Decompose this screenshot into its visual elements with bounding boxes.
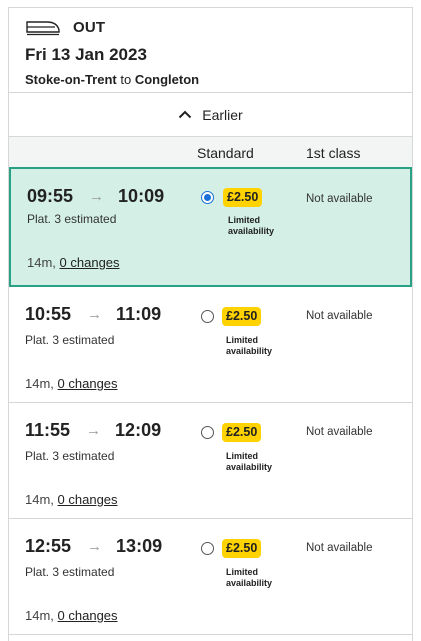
arrival-time: 13:09 [116,536,163,556]
availability-note: Limited availability [226,451,273,472]
duration-info: 14m, 0 changes [25,608,118,623]
availability-note: Limited availability [226,567,273,588]
standard-fare-radio[interactable] [201,542,214,555]
journey-row[interactable]: 09:55 → 10:09 Plat. 3 estimated 14m, 0 c… [9,167,412,287]
duration: 14m, [25,608,54,623]
first-class-status: Not available [306,426,373,438]
price-badge: £2.50 [223,188,263,207]
direction-label: OUT [73,18,106,36]
origin-station: Stoke-on-Trent [25,72,117,87]
first-class-status: Not available [306,542,373,554]
duration-info: 14m, 0 changes [25,492,118,507]
destination-station: Congleton [134,72,200,87]
platform-info: Plat. 3 estimated [25,565,115,579]
price-badge: £2.50 [222,423,262,442]
standard-fare-radio[interactable] [201,310,214,323]
journey-row[interactable]: 12:55 → 13:09 Plat. 3 estimated 14m, 0 c… [9,519,412,635]
departure-time: 10:55 [25,304,72,324]
standard-fare-radio[interactable] [201,191,214,204]
availability-note: Limited availability [226,335,273,356]
standard-fare-radio[interactable] [201,426,214,439]
changes-link[interactable]: 0 changes [60,255,120,270]
journey-row[interactable]: 11:55 → 12:09 Plat. 3 estimated 14m, 0 c… [9,403,412,519]
journey-list: 09:55 → 10:09 Plat. 3 estimated 14m, 0 c… [9,167,412,635]
duration: 14m, [25,492,54,507]
changes-link[interactable]: 0 changes [58,376,118,391]
journey-times: 12:55 → 13:09 [25,536,162,557]
fare-column-header: Standard 1st class [9,137,412,168]
standard-column-label: Standard [197,145,254,161]
journey-row[interactable]: 10:55 → 11:09 Plat. 3 estimated 14m, 0 c… [9,287,412,403]
journey-date: Fri 13 Jan 2023 [25,45,147,64]
arrow-right-icon: → [87,538,103,555]
journey-header: OUT Fri 13 Jan 2023 Stoke-on-Trent to Co… [9,8,412,93]
departure-time: 12:55 [25,536,72,556]
duration: 14m, [27,255,56,270]
first-class-column-label: 1st class [306,145,361,161]
changes-link[interactable]: 0 changes [58,492,118,507]
route-connector: to [120,72,132,87]
duration-info: 14m, 0 changes [25,376,118,391]
arrival-time: 12:09 [115,420,162,440]
journey-times: 09:55 → 10:09 [27,186,164,207]
earlier-label: Earlier [202,106,243,123]
first-class-status: Not available [306,193,373,205]
duration-info: 14m, 0 changes [27,255,120,270]
journey-results-panel: OUT Fri 13 Jan 2023 Stoke-on-Trent to Co… [8,7,413,641]
price-badge: £2.50 [222,539,262,558]
duration: 14m, [25,376,54,391]
platform-info: Plat. 3 estimated [25,449,115,463]
departure-time: 11:55 [25,420,71,440]
changes-link[interactable]: 0 changes [58,608,118,623]
journey-times: 10:55 → 11:09 [25,304,161,325]
price-badge: £2.50 [222,307,262,326]
earlier-trains-button[interactable]: Earlier [9,93,412,137]
arrival-time: 10:09 [118,186,165,206]
first-class-status: Not available [306,310,373,322]
train-icon [26,21,60,36]
availability-note: Limited availability [228,215,275,236]
platform-info: Plat. 3 estimated [25,333,115,347]
arrow-right-icon: → [89,188,105,205]
departure-time: 09:55 [27,186,74,206]
platform-info: Plat. 3 estimated [27,212,117,226]
route: Stoke-on-Trent to Congleton [25,72,412,87]
direction-row: OUT [25,16,412,38]
arrow-right-icon: → [87,306,103,323]
arrival-time: 11:09 [116,304,162,324]
journey-times: 11:55 → 12:09 [25,420,161,441]
arrow-right-icon: → [86,422,102,439]
chevron-up-icon [179,110,192,119]
